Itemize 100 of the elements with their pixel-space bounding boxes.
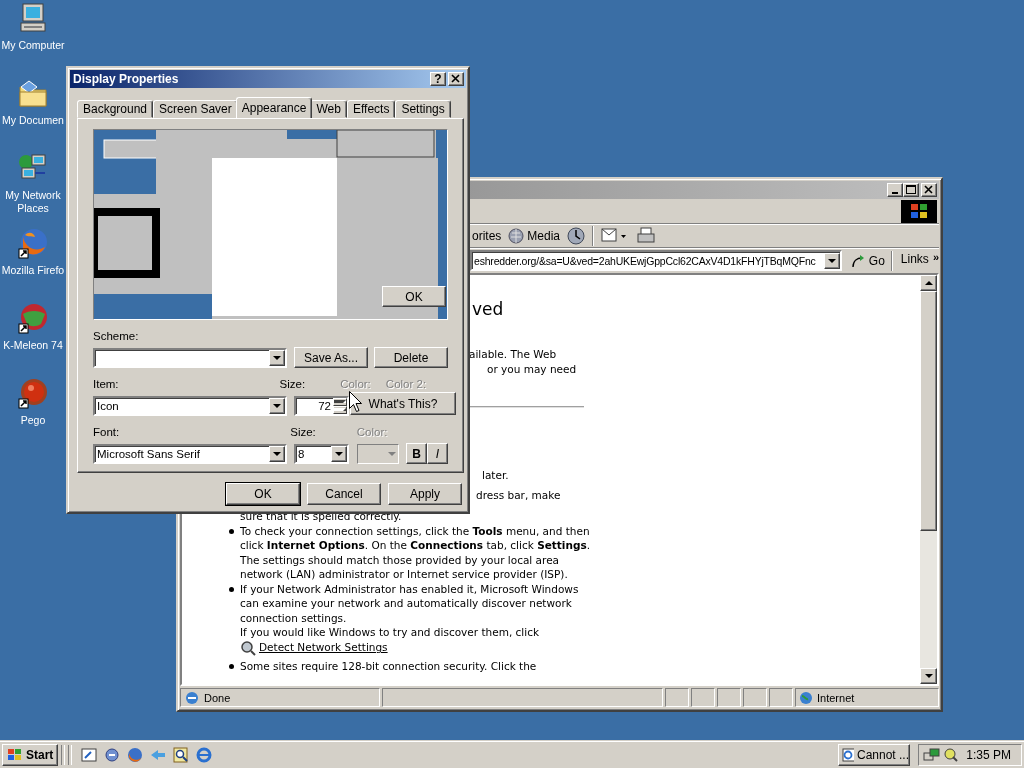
text-line: dress bar, make <box>476 487 561 502</box>
favorites-button[interactable]: orites <box>472 225 502 247</box>
dropdown-button[interactable] <box>269 349 285 366</box>
status-pane <box>665 688 689 707</box>
icon-label[interactable]: My Network Places <box>0 189 66 215</box>
save-as-button[interactable]: Save As... <box>294 347 368 368</box>
taskbar-button[interactable]: Cannot ... <box>838 743 910 766</box>
clock: 1:35 PM <box>966 747 1012 762</box>
magnifier-icon <box>240 639 256 656</box>
text-line: ailable. The Web <box>469 347 558 362</box>
round-head-icon <box>17 302 49 334</box>
zone-text: Internet <box>817 691 855 704</box>
dialog-button[interactable]: Apply <box>388 483 462 505</box>
desktop-icon[interactable] <box>81 746 98 763</box>
browser-logo-icon[interactable] <box>127 746 144 763</box>
paragraph: Some sites require 128-bit connection security. Click the <box>240 660 537 672</box>
address-field[interactable]: eshredder.org/&sa=U&ved=2ahUKEwjGppCcl62CAxV4D1kFHYjTBqMQFnc <box>470 250 842 271</box>
bullet-icon <box>229 586 234 592</box>
help-button[interactable]: ? <box>430 72 446 86</box>
dialog-button[interactable]: OK <box>226 483 300 505</box>
icon-label[interactable]: Pego <box>20 414 46 427</box>
icon-label[interactable]: My Documen <box>2 114 64 127</box>
links-button[interactable]: Links » <box>900 251 939 270</box>
tab[interactable]: Web <box>310 100 347 118</box>
tab[interactable]: Screen Saver <box>153 100 238 118</box>
print-icon[interactable] <box>636 226 657 246</box>
item-dropdown[interactable]: Icon <box>93 395 287 416</box>
scroll-down-button[interactable] <box>920 668 937 684</box>
font-size-dropdown[interactable]: 8 <box>294 443 349 464</box>
field-label: Size: <box>279 378 306 391</box>
magnifier-icon[interactable] <box>173 746 190 763</box>
dropdown-button[interactable] <box>331 445 347 462</box>
scrollbar[interactable] <box>920 275 937 684</box>
field-label: Item: <box>93 378 119 391</box>
network-icon <box>923 746 941 763</box>
status-pane <box>717 688 741 707</box>
dialog-button[interactable]: Cancel <box>307 483 381 505</box>
page-heading: ved <box>472 299 504 319</box>
italic-button[interactable]: I <box>427 443 448 464</box>
bold-button[interactable]: B <box>406 443 427 464</box>
cursor-icon <box>349 391 362 412</box>
scheme-dropdown[interactable] <box>93 347 287 368</box>
spin-button[interactable] <box>333 397 347 414</box>
history-icon[interactable] <box>566 226 587 246</box>
start-button[interactable]: Start <box>2 743 59 766</box>
field-label: Color: <box>340 378 371 391</box>
close-icon <box>449 73 463 85</box>
color-picker <box>357 443 399 464</box>
windows-flag-icon <box>7 747 23 762</box>
dropdown-button[interactable] <box>269 445 285 462</box>
icon-label[interactable]: Mozilla Firefo <box>1 264 65 277</box>
paragraph: If you would like Windows to try and discover them, click <box>240 626 540 638</box>
field-label: Color 2: <box>385 378 427 391</box>
bullet-icon <box>229 664 234 669</box>
size-field[interactable]: 72 <box>294 395 349 416</box>
status-text: Done <box>204 691 231 704</box>
icon-label[interactable]: My Computer <box>1 39 65 52</box>
close-icon <box>922 184 936 196</box>
media-button[interactable]: Media <box>507 225 561 247</box>
status-pane <box>769 688 793 707</box>
scroll-thumb[interactable] <box>920 291 937 531</box>
globe-icon <box>799 690 813 705</box>
detect-settings-link[interactable]: Detect Network Settings <box>240 639 388 656</box>
field-label: Font: <box>93 426 120 439</box>
maximize-button[interactable] <box>903 183 919 197</box>
field-label: Color: <box>356 426 388 439</box>
tab[interactable]: Appearance <box>235 97 313 118</box>
text-line: later. <box>482 468 509 483</box>
browser-logo-icon <box>17 227 49 259</box>
go-button[interactable]: Go <box>849 252 885 269</box>
dropdown-button[interactable] <box>823 252 840 269</box>
scroll-up-button[interactable] <box>920 275 937 291</box>
delete-button[interactable]: Delete <box>374 347 448 368</box>
dropdown-button[interactable] <box>269 397 285 414</box>
bullet-icon <box>229 528 234 534</box>
minimize-button[interactable] <box>887 183 903 197</box>
window-title: Display Properties <box>73 72 180 86</box>
tab[interactable]: Settings <box>395 100 451 118</box>
ball-icon <box>17 377 49 409</box>
icon-label[interactable]: K-Meleon 74 <box>3 339 63 352</box>
tab[interactable]: Effects <box>346 100 396 118</box>
go-arrow-icon <box>849 252 866 269</box>
computer-icon <box>17 2 49 34</box>
tab[interactable]: Background <box>77 100 154 118</box>
maximize-icon <box>904 184 918 196</box>
windows-flag-icon <box>910 203 928 219</box>
paragraph: To check your connection settings, click the Tools menu, and then click Internet Options. On the Connections tab, click Settings. The settings should match those provided by your local area network (LAN) administrator or Internet service provider (ISP). <box>240 524 591 580</box>
paragraph: If your Network Administrator has enabled it, Microsoft Windows can examine your network and automatically discover network connection settings. <box>240 582 579 624</box>
status-pane <box>743 688 767 707</box>
status-pane <box>691 688 715 707</box>
text-line: or you may need <box>487 361 577 376</box>
minimize-icon <box>892 192 898 194</box>
field-label: Size: <box>290 426 316 439</box>
field-label: Scheme: <box>93 330 139 343</box>
font-dropdown[interactable]: Microsoft Sans Serif <box>93 443 287 464</box>
magnifier-icon <box>943 746 959 763</box>
close-button[interactable] <box>448 72 464 86</box>
close-button[interactable] <box>921 183 937 197</box>
preview-ok-button[interactable]: OK <box>382 286 446 307</box>
globe-icon <box>507 227 526 245</box>
